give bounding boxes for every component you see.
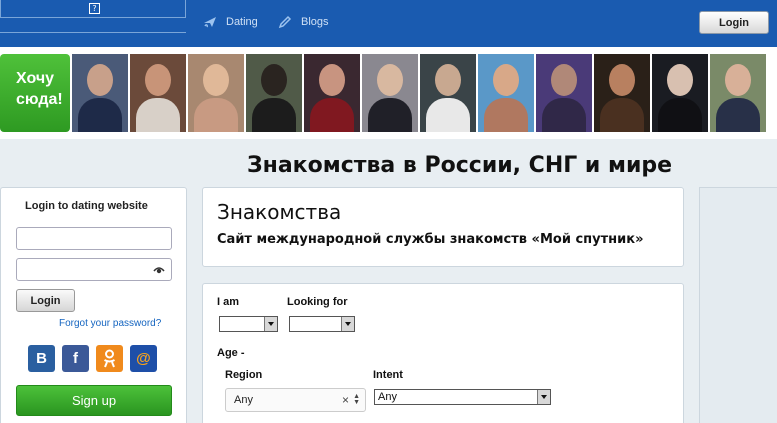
heart-plane-icon (204, 17, 216, 28)
right-sidebar (699, 187, 777, 423)
member-photo[interactable] (72, 54, 128, 132)
i-am-label: I am (217, 296, 240, 308)
want-here-label-line2: сюда! (16, 91, 63, 108)
intro-heading: Знакомства (217, 200, 342, 224)
login-button[interactable]: Login (16, 289, 75, 312)
intro-card: Знакомства Сайт международной службы зна… (202, 187, 684, 267)
member-photo[interactable] (652, 54, 708, 132)
member-photo-strip: Хочу сюда! (0, 47, 777, 139)
sort-arrows-icon: ▲ ▼ (353, 393, 360, 406)
header-search-box[interactable]: ? (0, 0, 186, 18)
member-photo[interactable] (362, 54, 418, 132)
search-form: I am Looking for Age - Region Any × ▲ ▼ I… (202, 283, 684, 423)
nav-dating-label: Dating (226, 16, 258, 28)
odnoklassniki-glyph (103, 349, 116, 368)
member-photo[interactable] (536, 54, 592, 132)
vk-icon[interactable]: B (28, 345, 55, 372)
intent-select[interactable]: Any (374, 389, 551, 405)
odnoklassniki-icon[interactable] (96, 345, 123, 372)
pencil-icon (278, 15, 292, 29)
chevron-down-icon (264, 317, 277, 331)
member-photo[interactable] (594, 54, 650, 132)
mailru-icon-label: @ (136, 350, 151, 367)
header-divider (0, 32, 186, 33)
member-photo[interactable] (710, 54, 766, 132)
want-here-button[interactable]: Хочу сюда! (0, 54, 70, 132)
chevron-down-icon (341, 317, 354, 331)
nav-blogs-label: Blogs (301, 16, 329, 28)
intent-value: Any (378, 391, 397, 403)
member-photo[interactable] (304, 54, 360, 132)
region-value: Any (234, 394, 253, 406)
member-photo[interactable] (246, 54, 302, 132)
login-panel: Login to dating website Login Forgot you… (0, 187, 187, 423)
page-title: Знакомства в России, СНГ и мире (247, 153, 673, 178)
clear-icon[interactable]: × (342, 393, 349, 407)
member-photo[interactable] (188, 54, 244, 132)
member-photo[interactable] (420, 54, 476, 132)
signup-button[interactable]: Sign up (16, 385, 172, 416)
header-login-button[interactable]: Login (699, 11, 769, 34)
email-field[interactable] (16, 227, 172, 250)
top-header: ? Dating Blogs Login (0, 0, 777, 47)
want-here-label-line1: Хочу (16, 70, 55, 87)
nav-blogs[interactable]: Blogs (277, 14, 329, 30)
help-icon[interactable]: ? (89, 3, 100, 14)
region-select[interactable]: Any × ▲ ▼ (225, 388, 366, 412)
intent-label: Intent (373, 369, 403, 381)
login-panel-title: Login to dating website (25, 200, 148, 212)
nav-dating[interactable]: Dating (202, 14, 258, 30)
intro-subheading: Сайт международной службы знакомств «Мой… (217, 232, 644, 247)
mailru-icon[interactable]: @ (130, 345, 157, 372)
member-photo[interactable] (130, 54, 186, 132)
i-am-select[interactable] (219, 316, 278, 332)
looking-for-select[interactable] (289, 316, 355, 332)
region-label: Region (225, 369, 263, 381)
password-field[interactable] (16, 258, 172, 281)
facebook-icon[interactable]: f (62, 345, 89, 372)
photo-list (72, 54, 766, 132)
age-label: Age - (217, 347, 245, 359)
chevron-down-icon (537, 390, 550, 404)
eye-icon[interactable] (153, 265, 165, 274)
member-photo[interactable] (478, 54, 534, 132)
forgot-password-link[interactable]: Forgot your password? (59, 318, 161, 329)
looking-for-label: Looking for (287, 296, 348, 308)
